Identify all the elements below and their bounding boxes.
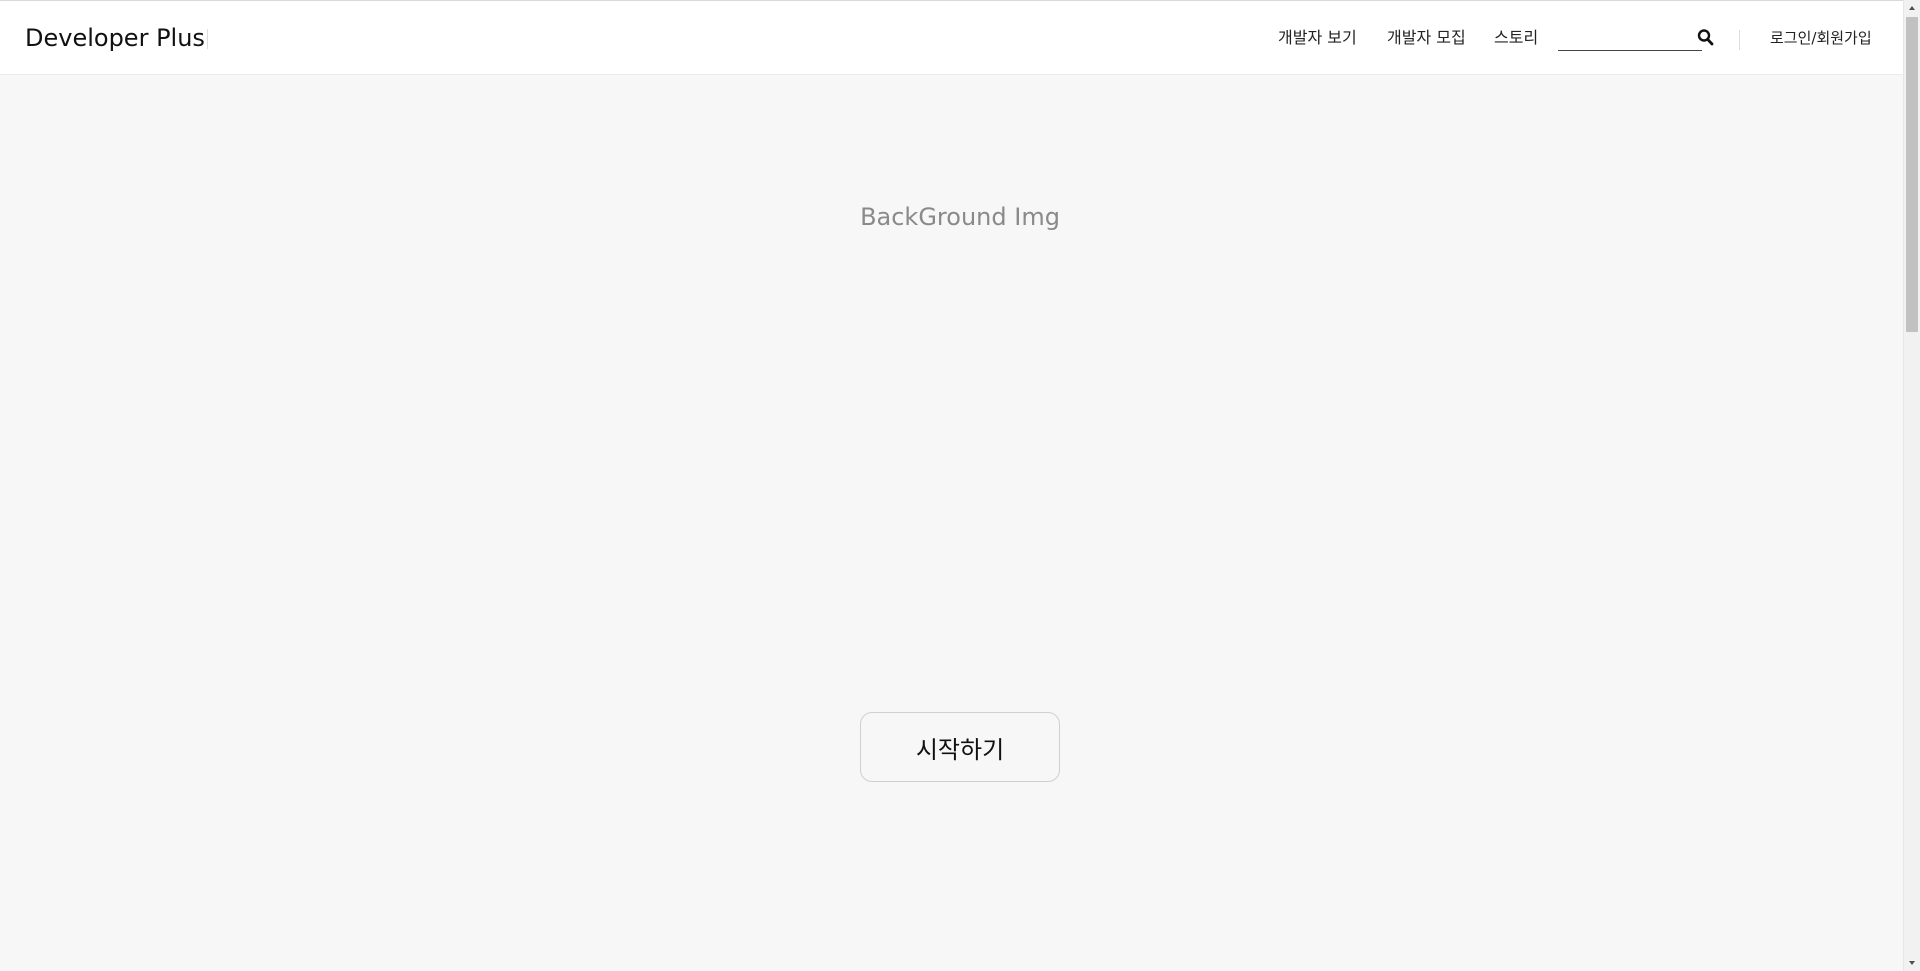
start-button[interactable]: 시작하기 [860, 712, 1060, 782]
chevron-down-icon [1909, 961, 1915, 965]
site-header: Developer Plus 개발자 보기 개발자 모집 스토리 로그인/회원가… [0, 1, 1903, 75]
login-signup-link[interactable]: 로그인/회원가입 [1770, 27, 1872, 49]
search-icon [1697, 29, 1714, 46]
background-image-placeholder: BackGround Img [860, 203, 1060, 231]
search-button[interactable] [1697, 28, 1715, 48]
search-input[interactable] [1558, 28, 1702, 51]
chevron-up-icon [1909, 6, 1915, 10]
nav-developers-recruit[interactable]: 개발자 모집 [1387, 27, 1466, 49]
scrollbar-thumb[interactable] [1906, 17, 1918, 332]
scroll-up-button[interactable] [1904, 0, 1920, 16]
brand-logo[interactable]: Developer Plus [25, 23, 205, 53]
page: Developer Plus 개발자 보기 개발자 모집 스토리 로그인/회원가… [0, 0, 1920, 971]
brand-divider [207, 29, 208, 49]
login-divider [1739, 30, 1740, 50]
vertical-scrollbar[interactable] [1903, 0, 1920, 971]
scroll-down-button[interactable] [1904, 955, 1920, 971]
nav-story[interactable]: 스토리 [1494, 27, 1538, 49]
nav-developers-view[interactable]: 개발자 보기 [1278, 27, 1357, 49]
